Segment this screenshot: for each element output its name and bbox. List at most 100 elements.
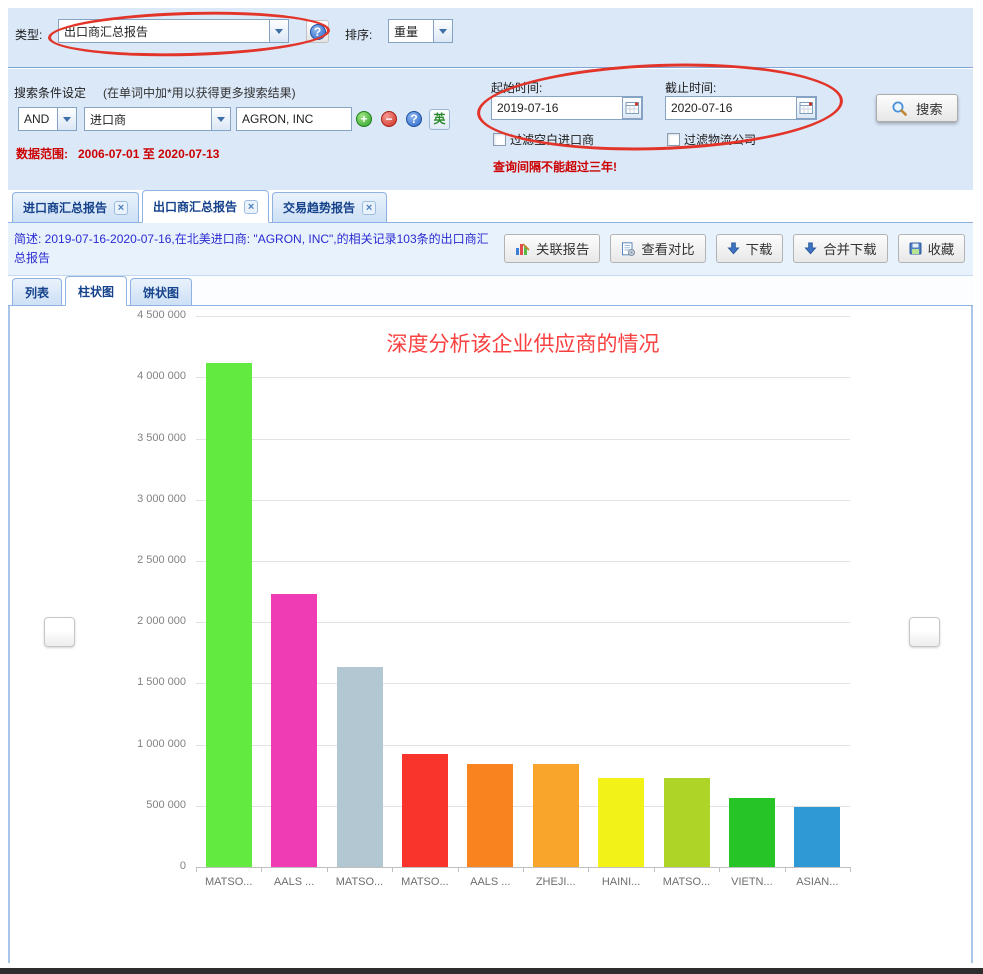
bar[interactable]	[206, 363, 252, 867]
bar[interactable]	[598, 778, 644, 867]
bottom-edge-bar	[0, 968, 983, 974]
bar-chart-panel: 深度分析该企业供应商的情况 0500 0001 000 0001 500 000…	[8, 306, 973, 963]
search-button[interactable]: 搜索	[876, 94, 958, 122]
x-axis-tick	[588, 867, 589, 872]
button-label: 下载	[746, 239, 773, 258]
view-compare-button[interactable]: 查看对比	[610, 234, 705, 263]
type-help-button[interactable]: ?	[306, 20, 329, 43]
gridline	[196, 439, 850, 440]
y-axis-tick-label: 3 000 000	[46, 493, 186, 505]
report-tabs: 进口商汇总报告 × 出口商汇总报告 × 交易趋势报告 ×	[8, 190, 973, 223]
filter-blank-importer-label: 过滤空白进口商	[510, 131, 594, 148]
x-axis-category-label: MATSO...	[393, 876, 457, 888]
calendar-icon	[625, 101, 640, 115]
condition-help-button[interactable]: ?	[406, 111, 422, 127]
search-button-label: 搜索	[916, 99, 943, 118]
bar[interactable]	[664, 778, 710, 867]
report-type-select[interactable]: 出口商汇总报告	[58, 19, 270, 43]
tab-close-icon[interactable]: ×	[244, 200, 258, 214]
report-tab-label: 交易趋势报告	[283, 199, 355, 216]
start-date-calendar-button[interactable]	[622, 97, 642, 119]
bar[interactable]	[533, 764, 579, 867]
app-window: 类型: 出口商汇总报告 ? 排序: 重量 搜索条件设定 (在单词中加*用以获得更…	[0, 0, 983, 974]
button-label: 查看对比	[641, 239, 694, 258]
tab-close-icon[interactable]: ×	[114, 201, 128, 215]
x-axis-tick	[458, 867, 459, 872]
bar[interactable]	[467, 764, 513, 867]
report-tab[interactable]: 交易趋势报告 ×	[272, 192, 387, 222]
y-axis-tick-label: 0	[46, 860, 186, 872]
date-range-warning: 查询间隔不能超过三年!	[493, 158, 617, 175]
summary-text: 简述: 2019-07-16-2020-07-16,在北美进口商: "AGRON…	[14, 230, 498, 268]
sort-label: 排序:	[345, 26, 372, 43]
start-date-input[interactable]	[491, 96, 643, 120]
merge-download-button[interactable]: 合并下载	[793, 234, 887, 263]
end-date-calendar-button[interactable]	[796, 97, 816, 119]
sort-value: 重量	[394, 23, 418, 40]
report-tab[interactable]: 进口商汇总报告 ×	[12, 192, 139, 222]
boolean-operator-dropdown-button[interactable]	[57, 107, 77, 131]
type-toolbar: 类型: 出口商汇总报告 ? 排序: 重量	[8, 8, 973, 68]
y-axis-tick-label: 3 500 000	[46, 432, 186, 444]
english-toggle-button[interactable]: 英	[429, 109, 450, 130]
merge-download-icon	[804, 242, 817, 255]
boolean-operator-select[interactable]: AND	[18, 107, 58, 131]
gridline	[196, 561, 850, 562]
report-tab-label: 进口商汇总报告	[23, 199, 107, 216]
chevron-down-icon	[63, 117, 71, 122]
gridline	[196, 500, 850, 501]
scroll-right-button[interactable]	[909, 617, 940, 647]
search-field-dropdown-button[interactable]	[211, 107, 231, 131]
x-axis-tick	[654, 867, 655, 872]
button-label: 关联报告	[536, 239, 589, 258]
download-icon	[727, 242, 740, 255]
sort-dropdown-button[interactable]	[433, 19, 453, 43]
x-axis-category-label: MATSO...	[328, 876, 392, 888]
y-axis-tick-label: 1 500 000	[46, 676, 186, 688]
view-tab[interactable]: 柱状图	[65, 276, 127, 306]
chevron-down-icon	[439, 29, 447, 34]
end-date-label: 截止时间:	[665, 79, 716, 96]
end-date-input[interactable]	[665, 96, 817, 120]
filter-blank-importer-checkbox[interactable]	[493, 133, 506, 146]
sort-select[interactable]: 重量	[388, 19, 434, 43]
report-chart-icon	[515, 242, 530, 256]
search-field-select[interactable]: 进口商	[84, 107, 212, 131]
x-axis-tick	[261, 867, 262, 872]
report-type-dropdown-button[interactable]	[269, 19, 289, 43]
x-axis-tick	[327, 867, 328, 872]
add-condition-button[interactable]: +	[356, 111, 372, 127]
filter-logistics-checkbox[interactable]	[667, 133, 680, 146]
view-tab[interactable]: 饼状图	[130, 278, 192, 305]
x-axis-category-label: ZHEJI...	[524, 876, 588, 888]
x-axis-category-label: ASIAN...	[785, 876, 849, 888]
favorite-button[interactable]: 收藏	[898, 234, 966, 263]
chevron-down-icon	[217, 117, 225, 122]
bar[interactable]	[729, 798, 775, 867]
tab-close-icon[interactable]: ×	[362, 201, 376, 215]
bar[interactable]	[271, 594, 317, 867]
x-axis-category-label: VIETN...	[720, 876, 784, 888]
summary-buttons: 关联报告 查看对比 下载 合并下载收藏	[504, 234, 965, 263]
view-tab[interactable]: 列表	[12, 278, 62, 305]
report-tab[interactable]: 出口商汇总报告 ×	[142, 190, 269, 223]
filter-logistics-row: 过滤物流公司	[667, 131, 756, 148]
type-label: 类型:	[15, 26, 42, 43]
keyword-input[interactable]	[236, 107, 352, 131]
search-hint: (在单词中加*用以获得更多搜索结果)	[103, 84, 296, 101]
save-icon	[909, 242, 922, 255]
filter-blank-importer-row: 过滤空白进口商	[493, 131, 594, 148]
related-report-button[interactable]: 关联报告	[504, 234, 600, 263]
search-conditions-title: 搜索条件设定	[14, 84, 86, 101]
bar[interactable]	[337, 667, 383, 867]
chart-title: 深度分析该企业供应商的情况	[196, 328, 850, 358]
scroll-left-button[interactable]	[44, 617, 75, 647]
bar[interactable]	[402, 754, 448, 867]
remove-condition-button[interactable]: −	[381, 111, 397, 127]
compare-icon	[621, 242, 635, 256]
bar[interactable]	[794, 807, 840, 867]
x-axis-category-label: AALS ...	[458, 876, 522, 888]
report-tab-label: 出口商汇总报告	[153, 198, 237, 215]
data-range-label: 数据范围:	[16, 145, 68, 162]
download-button[interactable]: 下载	[716, 234, 784, 263]
